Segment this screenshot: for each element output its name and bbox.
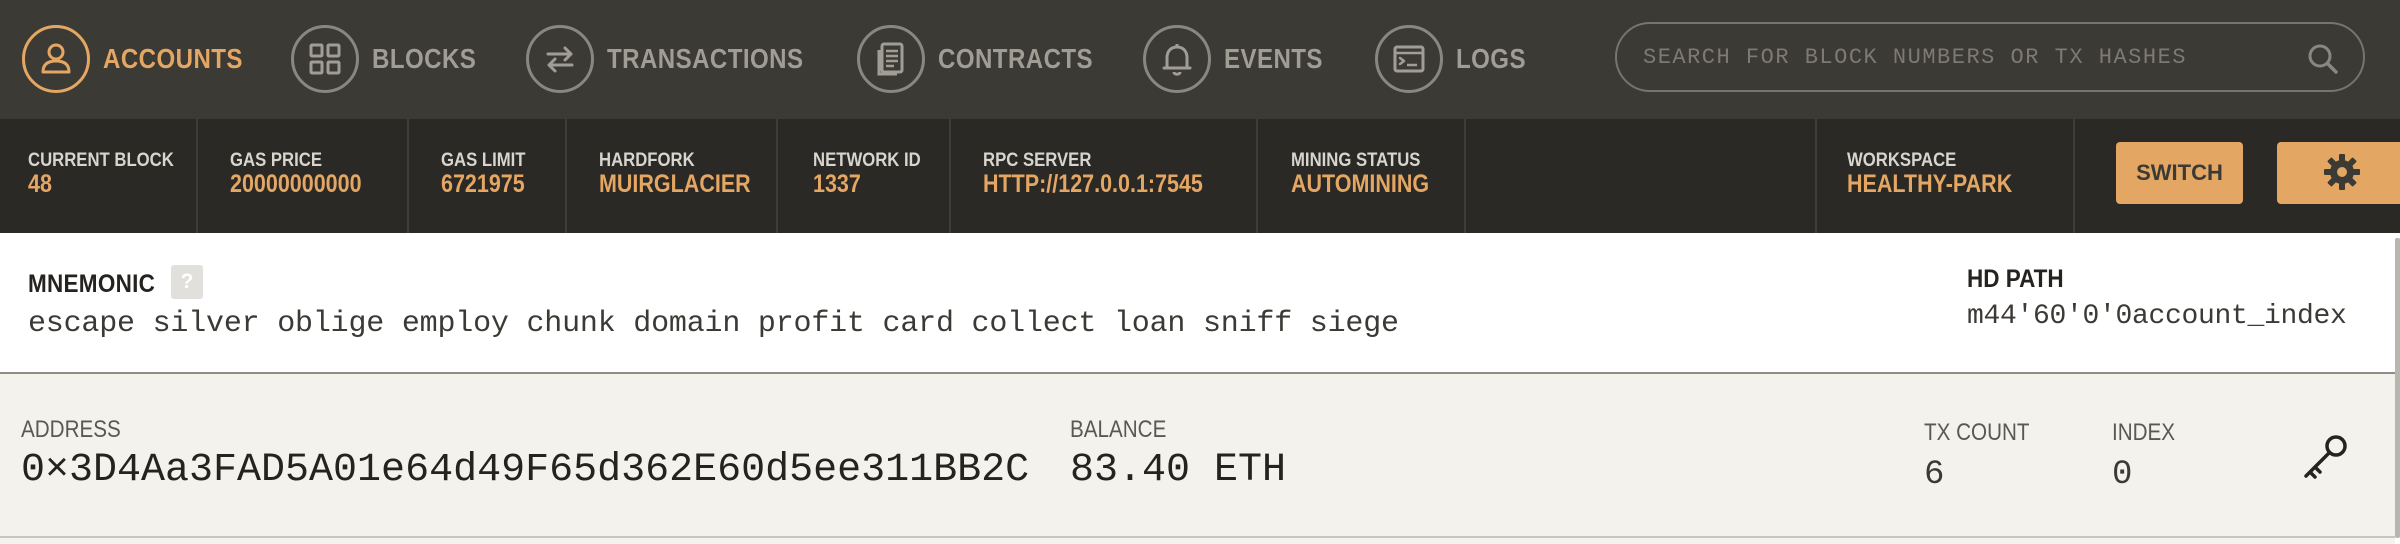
gas-limit-value: 6721975 bbox=[441, 170, 525, 198]
search-input[interactable] bbox=[1641, 43, 2275, 71]
current-block-label: CURRENT BLOCK bbox=[28, 150, 174, 171]
stat-network-id: NETWORK ID 1337 bbox=[778, 119, 951, 233]
account-icon bbox=[22, 25, 90, 93]
nav-transactions-label: TRANSACTIONS bbox=[607, 43, 804, 74]
nav-logs[interactable]: LOGS bbox=[1375, 22, 1537, 96]
rpc-server-value: HTTP://127.0.0.1:7545 bbox=[983, 170, 1203, 198]
workspace-label: WORKSPACE bbox=[1847, 150, 1957, 171]
mnemonic-panel: MNEMONIC ? escape silver oblige employ c… bbox=[0, 233, 2395, 374]
nav-accounts[interactable]: ACCOUNTS bbox=[22, 22, 266, 96]
stat-hardfork: HARDFORK MUIRGLACIER bbox=[567, 119, 778, 233]
index-label: INDEX bbox=[2112, 419, 2176, 446]
mining-status-value: AUTOMINING bbox=[1291, 170, 1430, 198]
balance-label: BALANCE bbox=[1070, 416, 1167, 443]
gas-price-label: GAS PRICE bbox=[230, 150, 322, 171]
stat-rpc-server: RPC SERVER HTTP://127.0.0.1:7545 bbox=[951, 119, 1258, 233]
search-icon[interactable] bbox=[2305, 41, 2341, 82]
key-icon[interactable] bbox=[2298, 429, 2354, 490]
tx-count-value: 6 bbox=[1924, 456, 1945, 494]
transactions-icon bbox=[526, 25, 594, 93]
nav-events[interactable]: EVENTS bbox=[1143, 22, 1339, 96]
stat-mining-status: MINING STATUS AUTOMINING bbox=[1258, 119, 1466, 233]
gas-limit-label: GAS LIMIT bbox=[441, 150, 526, 171]
mnemonic-help-icon[interactable]: ? bbox=[171, 265, 203, 299]
hd-path-value: m44'60'0'0account_index bbox=[1967, 301, 2347, 332]
network-id-label: NETWORK ID bbox=[813, 150, 921, 171]
logs-icon bbox=[1375, 25, 1443, 93]
current-block-value: 48 bbox=[28, 170, 52, 198]
nav-contracts[interactable]: CONTRACTS bbox=[857, 22, 1118, 96]
gas-price-value: 20000000000 bbox=[230, 170, 362, 198]
tx-count-label: TX COUNT bbox=[1924, 419, 2030, 446]
account-row[interactable]: ADDRESS 0×3D4Aa3FAD5A01e64d49F65d362E60d… bbox=[0, 374, 2395, 538]
nav-events-label: EVENTS bbox=[1224, 43, 1323, 74]
top-navigation: ACCOUNTS BLOCKS TRANSACTIONS CONTRACTS E… bbox=[0, 0, 2400, 119]
rpc-server-label: RPC SERVER bbox=[983, 150, 1092, 171]
nav-blocks[interactable]: BLOCKS bbox=[291, 22, 493, 96]
nav-logs-label: LOGS bbox=[1456, 43, 1526, 74]
nav-blocks-label: BLOCKS bbox=[372, 43, 477, 74]
mnemonic-title: MNEMONIC bbox=[28, 270, 156, 298]
address-value: 0×3D4Aa3FAD5A01e64d49F65d362E60d5ee311BB… bbox=[21, 448, 1030, 493]
network-id-value: 1337 bbox=[813, 170, 861, 198]
hd-path-title: HD PATH bbox=[1967, 265, 2064, 293]
mining-status-label: MINING STATUS bbox=[1291, 150, 1421, 171]
hardfork-label: HARDFORK bbox=[599, 150, 695, 171]
blocks-icon bbox=[291, 25, 359, 93]
hardfork-value: MUIRGLACIER bbox=[599, 170, 751, 198]
search-box bbox=[1615, 22, 2365, 92]
nav-transactions[interactable]: TRANSACTIONS bbox=[526, 22, 835, 96]
address-label: ADDRESS bbox=[21, 416, 121, 443]
workspace-value: HEALTHY-PARK bbox=[1847, 170, 2013, 198]
mnemonic-words: escape silver oblige employ chunk domain… bbox=[28, 307, 1399, 341]
status-bar: CURRENT BLOCK 48 GAS PRICE 20000000000 G… bbox=[0, 119, 2400, 233]
switch-workspace-button[interactable]: SWITCH bbox=[2116, 142, 2243, 204]
settings-button[interactable] bbox=[2277, 142, 2400, 204]
nav-accounts-label: ACCOUNTS bbox=[103, 43, 243, 74]
bell-icon bbox=[1143, 25, 1211, 93]
stat-gas-price: GAS PRICE 20000000000 bbox=[198, 119, 409, 233]
stat-workspace: WORKSPACE HEALTHY-PARK bbox=[1815, 119, 2075, 233]
nav-contracts-label: CONTRACTS bbox=[938, 43, 1094, 74]
stat-gas-limit: GAS LIMIT 6721975 bbox=[409, 119, 567, 233]
contracts-icon bbox=[857, 25, 925, 93]
balance-value: 83.40 ETH bbox=[1070, 448, 1287, 493]
scrollbar-thumb[interactable] bbox=[2395, 238, 2400, 538]
gear-icon bbox=[2322, 152, 2362, 195]
stat-current-block: CURRENT BLOCK 48 bbox=[0, 119, 198, 233]
index-value: 0 bbox=[2112, 456, 2133, 494]
